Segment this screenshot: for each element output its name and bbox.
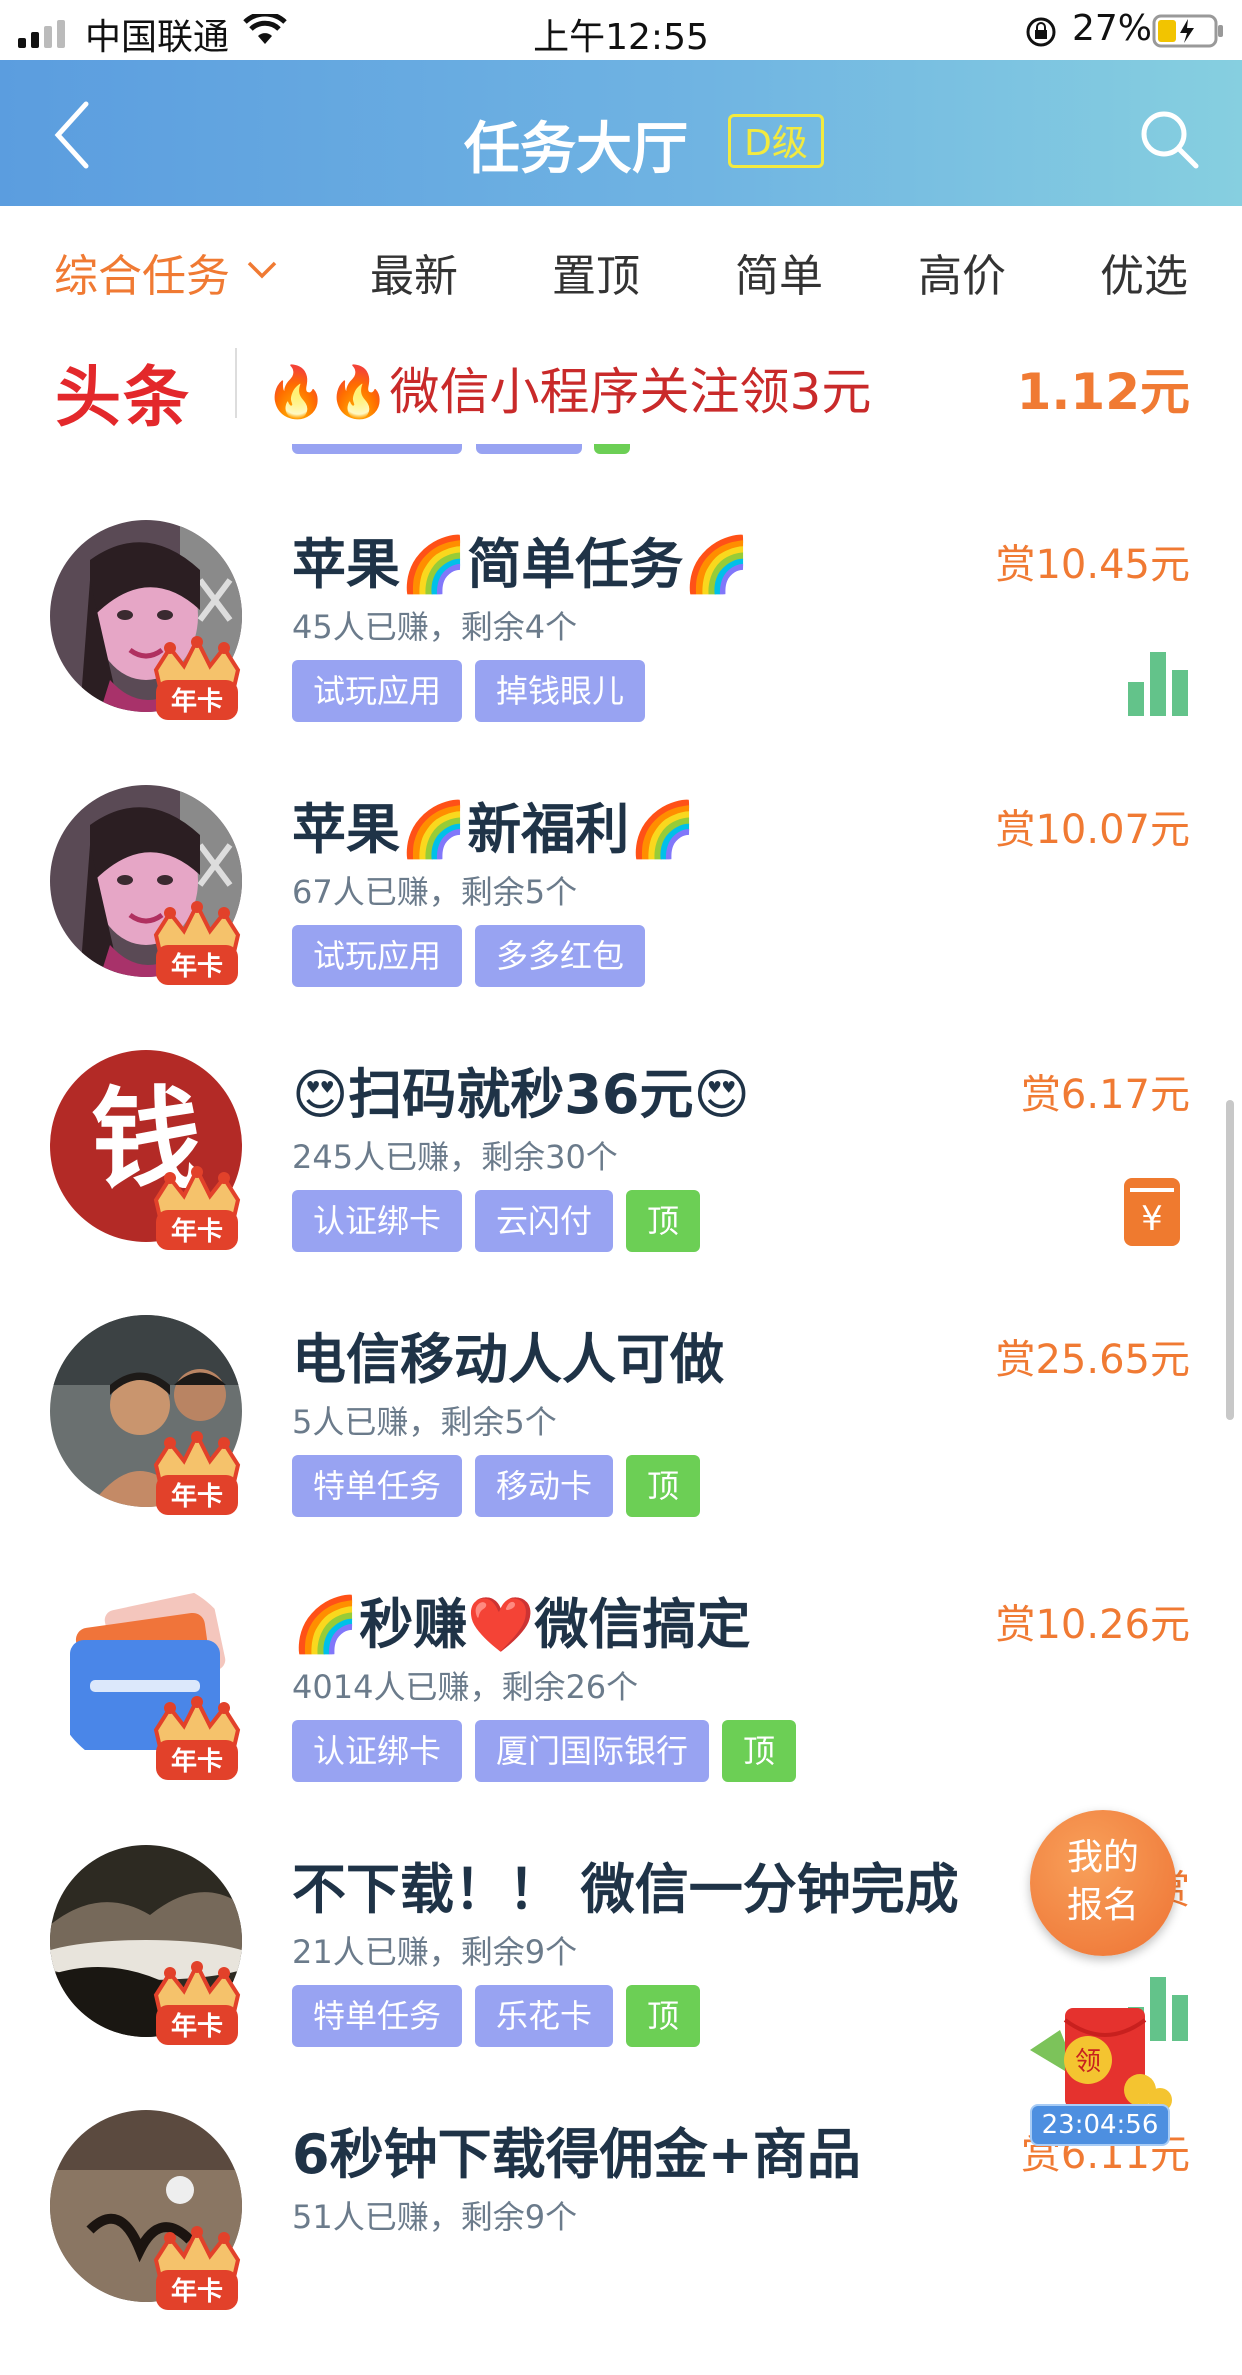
previous-pin-tag <box>594 444 630 454</box>
task-tag: 认证绑卡 <box>292 1720 463 1782</box>
svg-text:年卡: 年卡 <box>171 1746 223 1777</box>
task-tag: 特单任务 <box>292 1455 463 1517</box>
svg-text:¥: ¥ <box>1141 1199 1163 1239</box>
filter-tabs: 综合任务 最新 置顶 简单 高价 优选 <box>0 206 1242 326</box>
task-title: 6秒钟下载得佣金+商品 <box>292 2123 861 2186</box>
task-tag: 厦门国际银行 <box>475 1720 710 1782</box>
annual-card-crown-icon: 年卡 <box>150 1695 244 1782</box>
pinned-tag: 顶 <box>722 1720 797 1782</box>
task-title: 苹果🌈新福利🌈 <box>292 798 697 861</box>
task-tag: 多多红包 <box>475 925 646 987</box>
search-icon[interactable] <box>1138 108 1202 172</box>
scrollbar[interactable] <box>1226 1100 1234 1420</box>
chevron-down-icon[interactable] <box>246 260 278 280</box>
nav-header: 任务大厅 D级 <box>0 60 1242 206</box>
task-item[interactable]: 年卡 6秒钟下载得佣金+商品 51人已赚，剩余9个 赏6.11元 <box>0 2110 1242 2375</box>
signup-line2: 报名 <box>1066 1885 1139 1926</box>
tab-simple[interactable]: 简单 <box>735 240 823 304</box>
task-tag: 试玩应用 <box>292 925 463 987</box>
task-tags: 试玩应用 掉钱眼儿 <box>292 660 658 722</box>
tab-pinned[interactable]: 置顶 <box>552 240 640 304</box>
task-title: 电信移动人人可做 <box>292 1328 724 1391</box>
task-title: 苹果🌈简单任务🌈 <box>292 533 751 596</box>
level-badge: D级 <box>728 114 824 168</box>
task-item[interactable]: 年卡 🌈秒赚❤️微信搞定 4014人已赚，剩余26个 赏10.26元认证绑卡 厦门国际银… <box>0 1580 1242 1845</box>
task-tags: 特单任务 移动卡顶 <box>292 1455 713 1517</box>
svg-text:年卡: 年卡 <box>171 1216 223 1247</box>
tab-comprehensive[interactable]: 综合任务 <box>54 240 230 304</box>
task-item[interactable]: 年卡 苹果🌈新福利🌈 67人已赚，剩余5个 赏10.07元试玩应用 多多红包 <box>0 785 1242 1050</box>
task-tags: 特单任务 乐花卡顶 <box>292 1985 713 2047</box>
task-meta: 67人已赚，剩余5个 <box>292 873 578 911</box>
tab-latest[interactable]: 最新 <box>370 240 458 304</box>
tab-preferred[interactable]: 优选 <box>1100 240 1188 304</box>
page-title: 任务大厅 <box>464 117 688 182</box>
task-tag: 认证绑卡 <box>292 1190 463 1252</box>
annual-card-crown-icon: 年卡 <box>150 1165 244 1252</box>
task-item[interactable]: 年卡 苹果🌈简单任务🌈 45人已赚，剩余4个 赏10.45元试玩应用 掉钱眼儿 <box>0 520 1242 785</box>
task-tag: 乐花卡 <box>475 1985 614 2047</box>
pinned-tag: 顶 <box>626 1985 701 2047</box>
battery-percent: 27% <box>1072 8 1153 49</box>
task-meta: 21人已赚，剩余9个 <box>292 1933 578 1971</box>
signup-line1: 我的 <box>1066 1837 1139 1878</box>
headline-price: 1.12元 <box>1016 363 1190 421</box>
task-tags: 认证绑卡 厦门国际银行顶 <box>292 1720 809 1782</box>
task-item[interactable]: 年卡 电信移动人人可做 5人已赚，剩余5个 赏25.65元特单任务 移动卡顶 <box>0 1315 1242 1580</box>
tab-high-price[interactable]: 高价 <box>918 240 1006 304</box>
countdown-timer: 23:04:56 <box>1030 2104 1170 2146</box>
svg-text:年卡: 年卡 <box>171 686 223 717</box>
task-reward: 赏6.17元 <box>1020 1072 1190 1118</box>
task-title: 😍扫码就秒36元😍 <box>292 1063 750 1126</box>
task-title: 不下载！！ 微信一分钟完成 <box>292 1858 959 1921</box>
task-meta: 4014人已赚，剩余26个 <box>292 1668 639 1706</box>
svg-text:年卡: 年卡 <box>171 2011 223 2042</box>
annual-card-crown-icon: 年卡 <box>150 1430 244 1517</box>
headline-banner[interactable]: 头条 🔥🔥微信小程序关注领3元 1.12元 <box>0 326 1242 444</box>
previous-tag <box>476 444 582 454</box>
task-tag: 特单任务 <box>292 1985 463 2047</box>
bar-chart-icon[interactable] <box>1124 648 1192 716</box>
task-tag: 掉钱眼儿 <box>475 660 646 722</box>
battery-icon <box>1152 14 1223 48</box>
task-reward: 赏25.65元 <box>995 1337 1190 1383</box>
task-reward: 赏10.45元 <box>995 542 1190 588</box>
headline-text[interactable]: 🔥🔥微信小程序关注领3元 <box>265 352 871 424</box>
task-tag: 云闪付 <box>475 1190 614 1252</box>
pinned-tag: 顶 <box>626 1455 701 1517</box>
svg-text:年卡: 年卡 <box>171 951 223 982</box>
task-meta: 5人已赚，剩余5个 <box>292 1403 557 1441</box>
task-tags: 试玩应用 多多红包 <box>292 925 658 987</box>
annual-card-crown-icon: 年卡 <box>150 635 244 722</box>
previous-tag <box>292 444 462 454</box>
task-item[interactable]: 钱年卡 😍扫码就秒36元😍 245人已赚，剩余30个 赏6.17元 认证绑卡 云闪付顶 ¥ <box>0 1050 1242 1315</box>
task-reward: 赏10.26元 <box>995 1602 1190 1648</box>
task-tag: 移动卡 <box>475 1455 614 1517</box>
task-meta: 51人已赚，剩余9个 <box>292 2198 578 2236</box>
annual-card-crown-icon: 年卡 <box>150 2225 244 2312</box>
svg-text:年卡: 年卡 <box>171 2276 223 2307</box>
headline-logo: 头条 <box>55 359 191 436</box>
divider <box>235 348 237 418</box>
pinned-tag: 顶 <box>626 1190 701 1252</box>
task-meta: 45人已赚，剩余4个 <box>292 608 578 646</box>
yuan-icon[interactable]: ¥ <box>1124 1178 1192 1246</box>
task-tag: 试玩应用 <box>292 660 463 722</box>
annual-card-crown-icon: 年卡 <box>150 1960 244 2047</box>
task-title: 🌈秒赚❤️微信搞定 <box>292 1593 751 1656</box>
annual-card-crown-icon: 年卡 <box>150 900 244 987</box>
svg-text:领: 领 <box>1075 2047 1101 2077</box>
task-reward: 赏10.07元 <box>995 807 1190 853</box>
task-tags: 认证绑卡 云闪付顶 <box>292 1190 713 1252</box>
rotation-lock-icon <box>1026 17 1056 47</box>
status-bar: 中国联通 上午12:55 27% <box>0 0 1242 60</box>
task-meta: 245人已赚，剩余30个 <box>292 1138 618 1176</box>
svg-text:年卡: 年卡 <box>171 1481 223 1512</box>
my-signup-button[interactable]: 我的 报名 <box>1030 1810 1176 1956</box>
